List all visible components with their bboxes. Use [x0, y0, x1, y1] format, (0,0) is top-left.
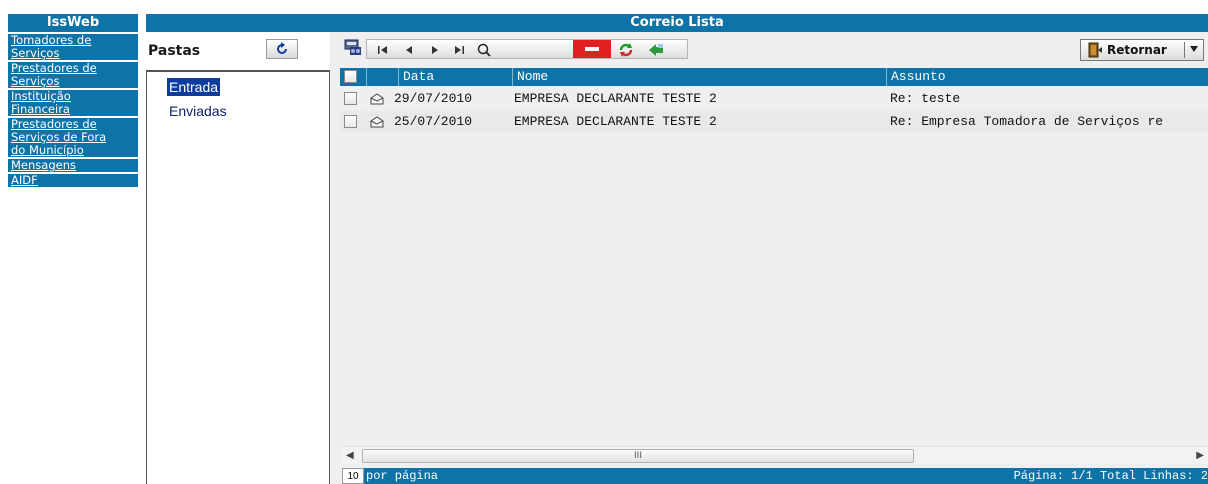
table-row[interactable]: 29/07/2010 EMPRESA DECLARANTE TESTE 2 Re… [340, 88, 1208, 110]
refresh-button[interactable] [266, 39, 298, 59]
chevron-down-icon[interactable] [1189, 45, 1199, 53]
icon-column-header [366, 68, 398, 86]
first-page-button[interactable] [375, 42, 391, 58]
row-nome: EMPRESA DECLARANTE TESTE 2 [514, 91, 717, 106]
reload-icon [619, 43, 633, 57]
folders-panel: Pastas Entrada Enviadas [146, 32, 330, 484]
per-page-select[interactable]: 10 [342, 468, 364, 484]
envelope-icon-cell [370, 111, 390, 133]
row-assunto: Re: teste [890, 91, 961, 106]
retornar-label: Retornar [1107, 43, 1167, 57]
table-row[interactable]: 25/07/2010 EMPRESA DECLARANTE TESTE 2 Re… [340, 111, 1208, 133]
nav-item-mensagens[interactable]: Mensagens [8, 157, 138, 172]
mail-grid: Data Nome Assunto 29/07/2010 EMPRESA DEC… [340, 68, 1208, 148]
grid-footer: 10 por página Página: 1/1 Total Linhas: … [342, 468, 1208, 484]
next-page-icon [432, 46, 438, 54]
next-page-button[interactable] [427, 42, 443, 58]
folder-tree: Entrada Enviadas [146, 70, 330, 484]
exit-door-icon [1088, 42, 1102, 58]
row-checkbox[interactable] [344, 115, 357, 128]
delete-icon [585, 47, 599, 51]
nav-item-label: Instituição Financeira [11, 89, 71, 116]
row-checkbox-cell [344, 111, 364, 133]
envelope-icon-cell [370, 88, 390, 110]
row-nome: EMPRESA DECLARANTE TESTE 2 [514, 114, 717, 129]
grid-header: Data Nome Assunto [340, 68, 1208, 86]
row-checkbox-cell [344, 88, 364, 110]
nav-item-instituicao[interactable]: Instituição Financeira [8, 88, 138, 116]
last-page-icon [455, 46, 464, 54]
pagination-toolbar [366, 39, 688, 59]
refresh-icon [277, 42, 287, 54]
nav-item-label: Prestadores de Serviços [11, 61, 97, 88]
new-mail-icon [344, 39, 361, 55]
folder-entrada[interactable]: Entrada [167, 78, 221, 96]
forward-icon [649, 44, 663, 56]
page-info: Página: 1/1 Total Linhas: 2 [1013, 469, 1208, 483]
forward-button[interactable] [647, 41, 665, 59]
prev-page-button[interactable] [401, 42, 417, 58]
nav-item-prestadores[interactable]: Prestadores de Serviços [8, 60, 138, 88]
app-window: IssWeb Tomadores de Serviços Prestadores… [0, 0, 1208, 484]
new-mail-button[interactable] [344, 38, 362, 56]
search-icon [477, 43, 491, 57]
horizontal-scrollbar[interactable]: ◀ III ▶ [342, 446, 1208, 464]
column-header-nome[interactable]: Nome [512, 68, 886, 86]
mail-list-panel: Retornar Data Nome Assunto 29/07/2010 EM… [330, 32, 1208, 484]
row-data: 29/07/2010 [394, 91, 473, 106]
retornar-button[interactable]: Retornar [1080, 39, 1204, 61]
app-title: IssWeb [8, 14, 138, 32]
nav-item-prestadores-fora[interactable]: Prestadores de Serviços de Fora do Munic… [8, 116, 138, 157]
reload-button[interactable] [617, 41, 635, 59]
select-all-checkbox[interactable] [344, 70, 357, 83]
delete-button[interactable] [573, 40, 611, 58]
first-page-icon [378, 46, 387, 54]
page-title: Correio Lista [146, 14, 1208, 32]
scroll-left-icon[interactable]: ◀ [346, 450, 354, 461]
envelope-icon [370, 116, 384, 128]
prev-page-icon [406, 46, 412, 54]
row-data: 25/07/2010 [394, 114, 473, 129]
nav-item-aidf[interactable]: AIDF [8, 172, 138, 187]
column-header-data[interactable]: Data [398, 68, 512, 86]
split-divider [1184, 42, 1185, 58]
search-button[interactable] [475, 41, 493, 59]
nav-item-label: AIDF [11, 173, 38, 187]
scroll-right-icon[interactable]: ▶ [1196, 450, 1204, 461]
row-assunto: Re: Empresa Tomadora de Serviços re [890, 114, 1164, 129]
select-all-cell [340, 68, 366, 86]
envelope-icon [370, 93, 384, 105]
last-page-button[interactable] [451, 42, 467, 58]
column-header-assunto[interactable]: Assunto [886, 68, 1208, 86]
folder-enviadas[interactable]: Enviadas [167, 102, 229, 120]
nav-item-label: Mensagens [11, 158, 76, 172]
per-page-label: por página [366, 469, 439, 483]
row-checkbox[interactable] [344, 92, 357, 105]
folders-title: Pastas [148, 43, 201, 59]
folders-header: Pastas [146, 32, 330, 70]
scroll-thumb[interactable]: III [362, 449, 914, 463]
nav-item-label: Prestadores de Serviços de Fora do Munic… [11, 117, 107, 157]
scroll-grip: III [634, 451, 642, 461]
toolbar: Retornar [330, 32, 1208, 68]
left-navigation: IssWeb Tomadores de Serviços Prestadores… [8, 14, 138, 484]
nav-item-tomadores[interactable]: Tomadores de Serviços [8, 32, 138, 60]
nav-item-label: Tomadores de Serviços [11, 33, 92, 60]
